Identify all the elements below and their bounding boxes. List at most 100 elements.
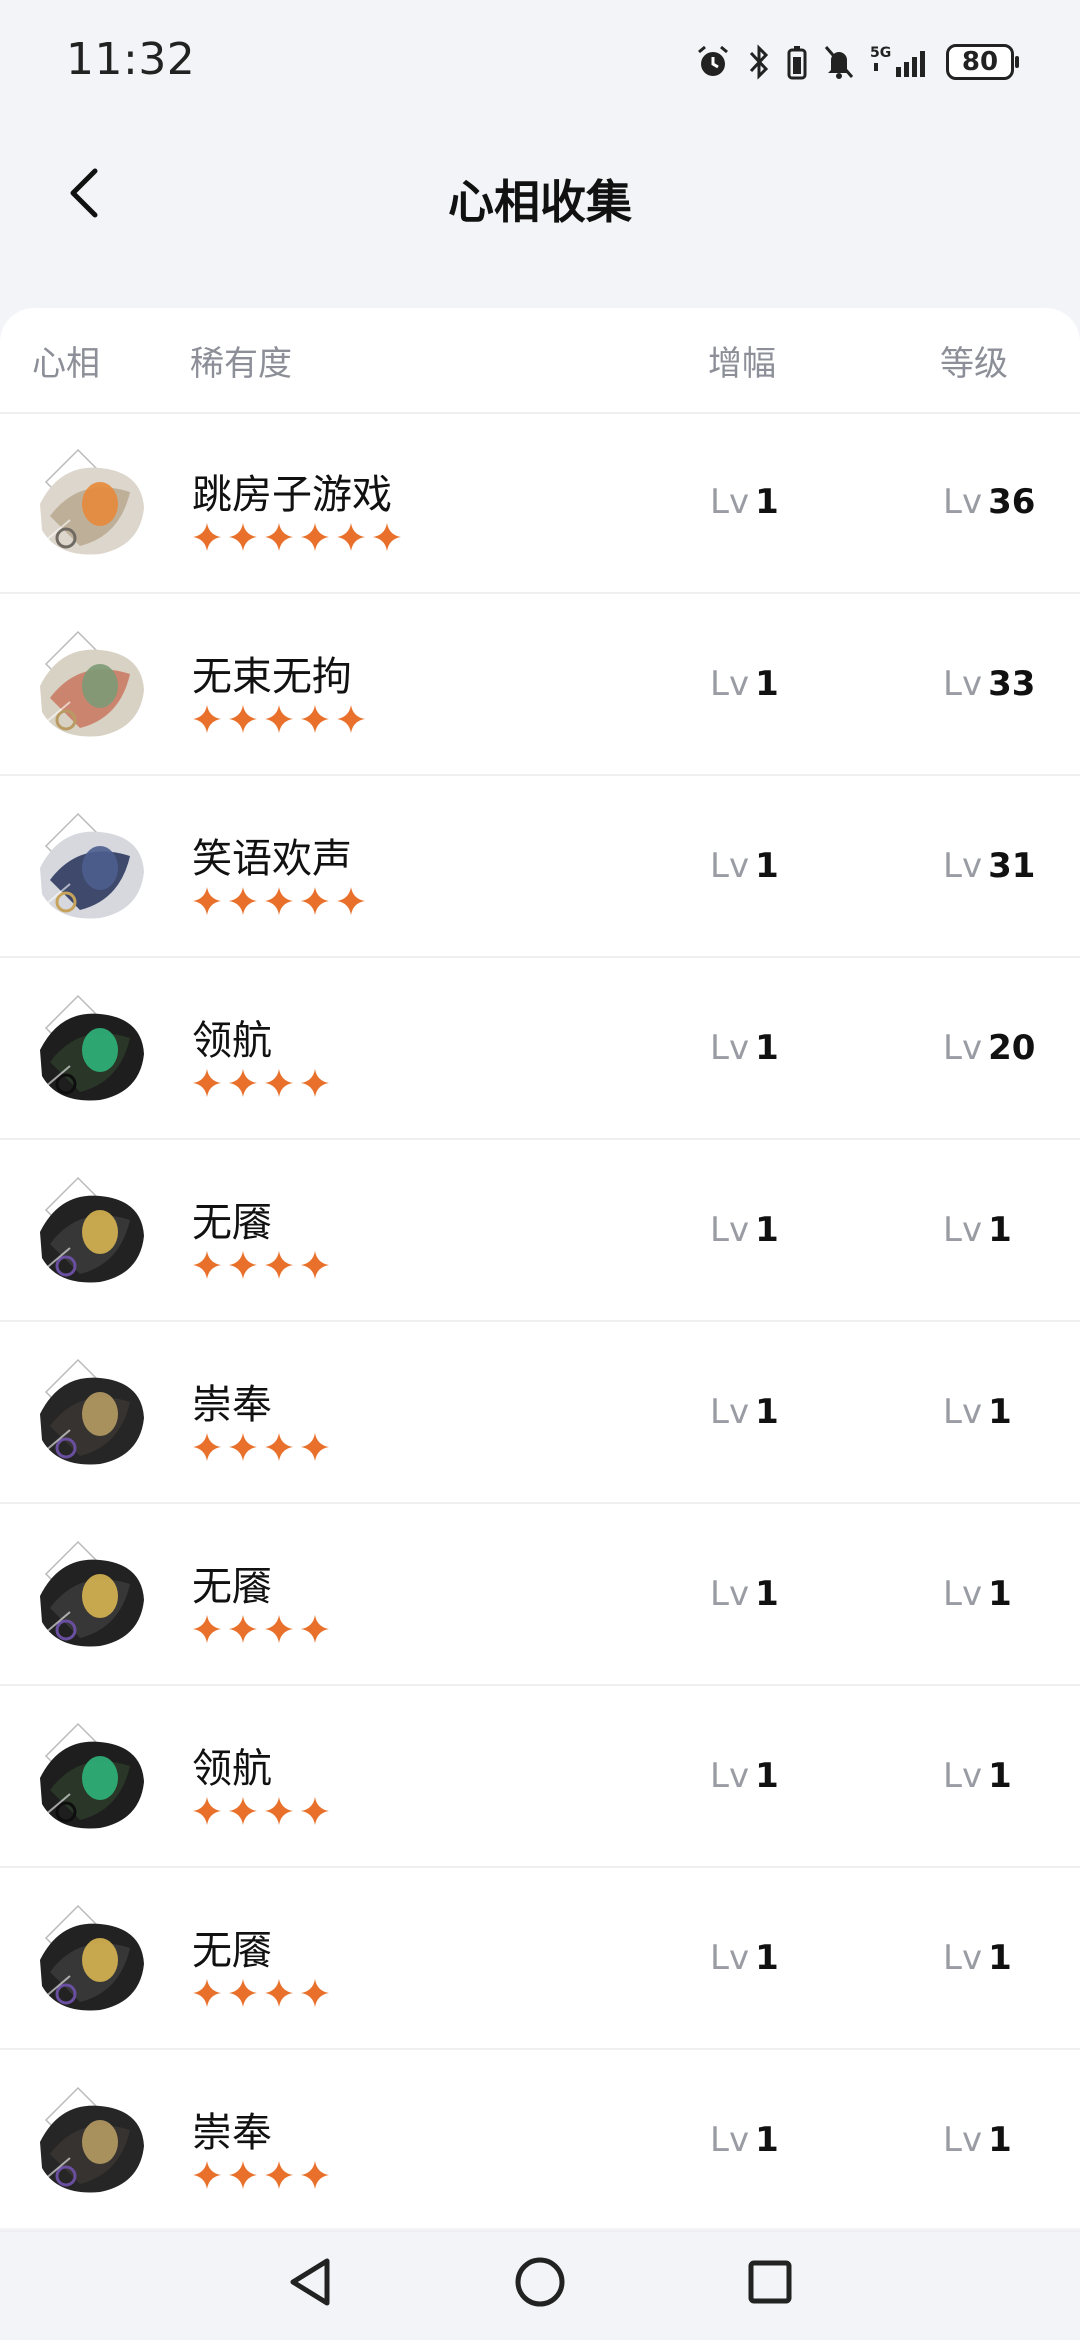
star-icon [228,1432,258,1466]
lv-prefix: Lv [943,664,983,704]
lv-prefix: Lv [710,846,750,886]
mind-thumbnail [30,446,150,564]
level-value: 1 [988,1210,1012,1250]
star-icon [264,886,294,920]
table-row[interactable]: 无餍 Lv 1 Lv 1 [0,1504,1080,1686]
table-row[interactable]: 无餍 Lv 1 Lv 1 [0,1868,1080,2050]
table-row[interactable]: 无束无拘 Lv 1 Lv 33 [0,594,1080,776]
system-recents-button[interactable] [740,2252,800,2312]
star-icon [264,2160,294,2194]
lv-prefix: Lv [943,1756,983,1796]
battery-indicator: 80 [946,44,1019,80]
mind-level: Lv 1 [943,1210,1012,1250]
star-icon [300,704,330,738]
boost-level: Lv 1 [710,482,779,522]
star-icon [192,886,222,920]
lv-prefix: Lv [710,482,750,522]
star-icon [300,522,330,556]
star-icon [300,1614,330,1648]
mind-level: Lv 36 [943,482,1035,522]
column-header-mind: 心相 [32,344,100,384]
table-row[interactable]: 领航 Lv 1 Lv 1 [0,1686,1080,1868]
status-bar: 11:32 5G 80 [0,0,1080,120]
page-title: 心相收集 [448,175,632,229]
star-icon [228,704,258,738]
mind-thumbnail [30,1720,150,1838]
boost-value: 1 [755,482,779,522]
boost-value: 1 [755,1210,779,1250]
level-value: 20 [988,1028,1036,1068]
star-icon [192,1796,222,1830]
rarity-stars [192,1068,330,1102]
star-icon [192,522,222,556]
rarity-stars [192,1796,330,1830]
rarity-stars [192,1614,330,1648]
mind-level: Lv 1 [943,1938,1012,1978]
mind-thumbnail [30,2084,150,2202]
lv-prefix: Lv [710,1574,750,1614]
table-header: 心相 稀有度 增幅 等级 [0,308,1080,414]
boost-level: Lv 1 [710,2120,779,2160]
mind-thumbnail [30,1356,150,1474]
home-circle-icon [515,2257,565,2307]
star-icon [228,1614,258,1648]
boost-level: Lv 1 [710,664,779,704]
column-header-boost: 增幅 [708,344,776,384]
boost-level: Lv 1 [710,1756,779,1796]
column-header-rarity: 稀有度 [190,344,292,384]
mind-level: Lv 33 [943,664,1035,704]
star-icon [264,1978,294,2012]
status-icons: 5G 80 [694,38,1019,86]
rarity-stars [192,1250,330,1284]
star-icon [300,1068,330,1102]
level-value: 1 [988,2120,1012,2160]
rarity-stars [192,886,366,920]
top-nav: 心相收集 [0,130,1080,260]
boost-level: Lv 1 [710,1028,779,1068]
table-row[interactable]: 崇奉 Lv 1 Lv 1 [0,2050,1080,2232]
table-row[interactable]: 跳房子游戏 Lv 1 Lv 36 [0,412,1080,594]
mind-name: 笑语欢声 [192,836,352,882]
rarity-stars [192,522,402,556]
rarity-stars [192,1978,330,2012]
mute-icon [822,43,856,81]
mind-thumbnail [30,628,150,746]
boost-value: 1 [755,1392,779,1432]
mind-level: Lv 20 [943,1028,1035,1068]
lv-prefix: Lv [943,2120,983,2160]
star-icon [372,522,402,556]
boost-value: 1 [755,1756,779,1796]
star-icon [300,1796,330,1830]
table-body: 跳房子游戏 Lv 1 Lv 36 无束无拘 Lv 1 Lv 33 笑语欢声 Lv 1 Lv 31 领航 Lv 1 L… [0,412,1080,2232]
mind-thumbnail [30,810,150,928]
mind-level: Lv 1 [943,1574,1012,1614]
star-icon [264,1250,294,1284]
table-row[interactable]: 崇奉 Lv 1 Lv 1 [0,1322,1080,1504]
star-icon [228,2160,258,2194]
table-row[interactable]: 领航 Lv 1 Lv 20 [0,958,1080,1140]
star-icon [264,1432,294,1466]
lv-prefix: Lv [710,1938,750,1978]
table-row[interactable]: 无餍 Lv 1 Lv 1 [0,1140,1080,1322]
star-icon [264,1614,294,1648]
mind-name: 崇奉 [192,1382,272,1428]
lv-prefix: Lv [710,2120,750,2160]
table-row[interactable]: 笑语欢声 Lv 1 Lv 31 [0,776,1080,958]
mind-name: 领航 [192,1018,272,1064]
boost-level: Lv 1 [710,1938,779,1978]
star-icon [336,522,366,556]
lv-prefix: Lv [943,482,983,522]
boost-level: Lv 1 [710,1574,779,1614]
star-icon [300,2160,330,2194]
rarity-stars [192,2160,330,2194]
mind-level: Lv 31 [943,846,1035,886]
system-back-button[interactable] [280,2252,340,2312]
lv-prefix: Lv [710,664,750,704]
level-value: 31 [988,846,1036,886]
mind-level: Lv 1 [943,2120,1012,2160]
star-icon [192,1978,222,2012]
system-home-button[interactable] [510,2252,570,2312]
star-icon [300,1250,330,1284]
star-icon [336,886,366,920]
system-nav-bar [0,2230,1080,2340]
